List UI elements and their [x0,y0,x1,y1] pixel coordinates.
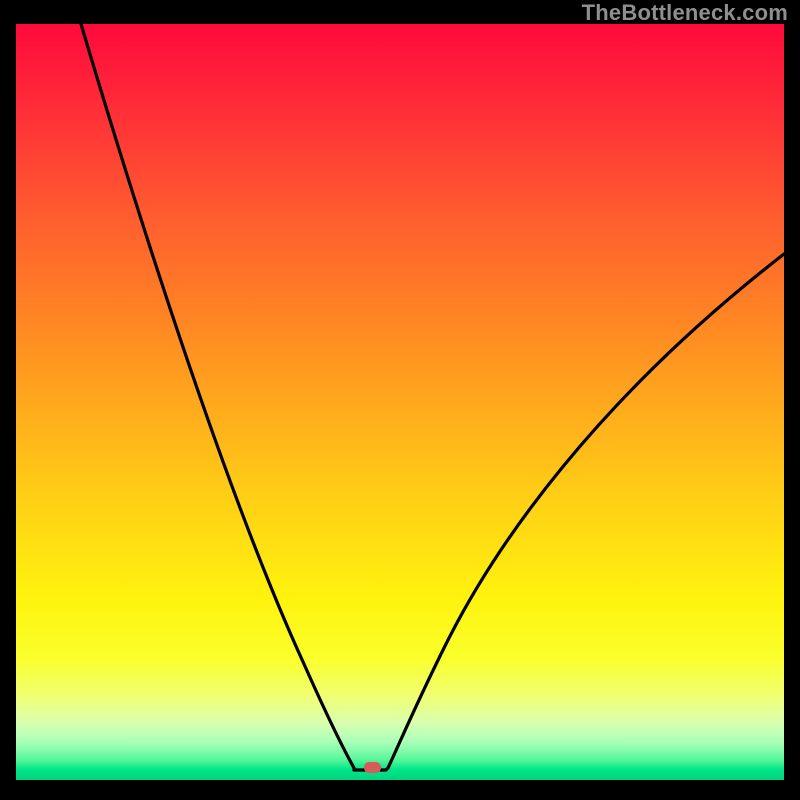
bottleneck-curve [16,24,784,780]
optimal-point-marker [364,762,381,773]
chart-plot-area [16,24,784,780]
watermark-text: TheBottleneck.com [582,0,788,26]
bottleneck-curve-path [81,24,784,770]
